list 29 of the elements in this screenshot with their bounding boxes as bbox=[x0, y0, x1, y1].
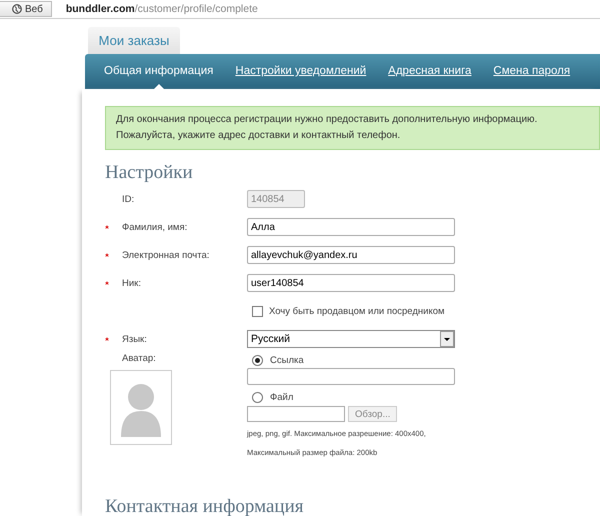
site-badge[interactable]: Веб bbox=[0, 1, 52, 17]
field-label: Аватар: bbox=[122, 353, 157, 364]
field-label: Фамилия, имя: bbox=[122, 222, 188, 232]
section-title: Настройки bbox=[105, 162, 194, 184]
info-text: Пожалуйста, укажите адрес доставки и контактный телефон. bbox=[116, 129, 402, 143]
nav-tab[interactable]: Смена пароля bbox=[482, 54, 582, 89]
url-input-field[interactable] bbox=[247, 368, 455, 385]
nav-tab[interactable]: Настройки уведомлений bbox=[224, 54, 378, 89]
field-label: Язык: bbox=[122, 334, 147, 344]
avatar-placeholder-icon bbox=[110, 370, 172, 445]
language-select[interactable]: Русский bbox=[247, 330, 455, 348]
url-text[interactable]: bunddler.com/customer/profile/complete bbox=[66, 3, 258, 15]
file-input-field[interactable] bbox=[247, 406, 345, 422]
input-field[interactable]: Алла bbox=[247, 218, 455, 236]
nav-tab[interactable]: Адресная книга bbox=[377, 54, 482, 89]
field-label: Ник: bbox=[122, 278, 141, 288]
input-field[interactable]: allayevchuk@yandex.ru bbox=[247, 246, 455, 264]
pointer-icon bbox=[154, 84, 164, 89]
field-label: ID: bbox=[122, 194, 134, 204]
avatar-radio[interactable]: Файл bbox=[252, 390, 455, 404]
dropdown-icon[interactable] bbox=[440, 331, 454, 347]
section-title: Контактная информация bbox=[105, 496, 304, 516]
avatar-radio[interactable]: Ссылка bbox=[252, 353, 455, 367]
globe-icon bbox=[12, 4, 22, 14]
seller-checkbox[interactable]: Хочу быть продавцом или посредником bbox=[252, 306, 445, 316]
input-field[interactable]: user140854 bbox=[247, 274, 455, 292]
info-text: Для окончания процесса регистрации нужно предоставить дополнительную информацию. bbox=[116, 113, 538, 127]
nav-tab[interactable]: Общая информация bbox=[93, 54, 224, 89]
field-label: Электронная почта: bbox=[122, 250, 210, 260]
